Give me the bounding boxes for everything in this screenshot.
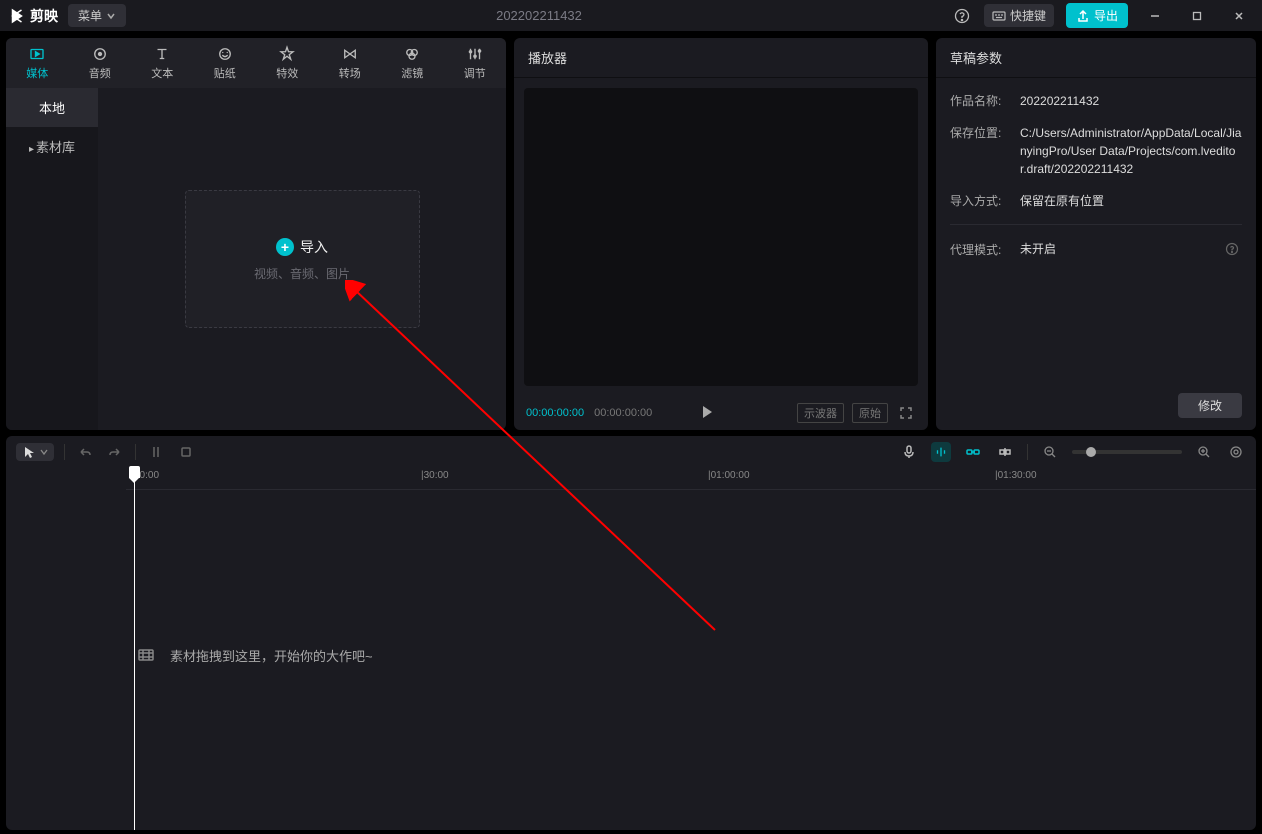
time-total: 00:00:00:00 xyxy=(594,407,652,419)
undo-icon[interactable] xyxy=(75,442,95,462)
player-header: 播放器 xyxy=(514,38,928,78)
tab-media[interactable]: 媒体 xyxy=(6,38,69,88)
import-label: 导入 xyxy=(300,237,328,257)
timeline-toolbar xyxy=(6,436,1256,468)
media-panel: 媒体 音频 文本 贴纸 特效 转场 滤镜 调节 本地 ▸素材库 + 导入 视频、… xyxy=(6,38,506,430)
timeline-hint: 素材拖拽到这里，开始你的大作吧~ xyxy=(136,645,373,665)
time-current: 00:00:00:00 xyxy=(526,407,584,419)
player-controls: 00:00:00:00 00:00:00:00 示波器 原始 xyxy=(514,396,928,430)
timeline-ruler[interactable]: 00:00 |30:00 |01:00:00 |01:30:00 xyxy=(126,468,1256,490)
params-footer: 修改 xyxy=(936,385,1256,430)
menu-button[interactable]: 菜单 xyxy=(68,4,126,27)
playhead-handle[interactable] xyxy=(129,466,140,478)
timeline-tracks[interactable]: 素材拖拽到这里，开始你的大作吧~ xyxy=(6,490,1256,820)
modify-button[interactable]: 修改 xyxy=(1178,393,1242,418)
params-header: 草稿参数 xyxy=(936,38,1256,78)
playhead[interactable] xyxy=(134,468,135,830)
toolbar-right xyxy=(899,442,1246,462)
tab-adjust[interactable]: 调节 xyxy=(444,38,507,88)
param-row-path: 保存位置: C:/Users/Administrator/AppData/Loc… xyxy=(950,124,1242,178)
scope-button[interactable]: 示波器 xyxy=(797,403,844,423)
tab-text[interactable]: 文本 xyxy=(131,38,194,88)
app-logo: 剪映 xyxy=(8,6,58,26)
params-panel: 草稿参数 作品名称: 202202211432 保存位置: C:/Users/A… xyxy=(936,38,1256,430)
help-icon[interactable] xyxy=(952,6,972,26)
category-tabs: 媒体 音频 文本 贴纸 特效 转场 滤镜 调节 xyxy=(6,38,506,88)
titlebar: 剪映 菜单 202202211432 快捷键 导出 xyxy=(0,0,1262,32)
params-body: 作品名称: 202202211432 保存位置: C:/Users/Admini… xyxy=(936,78,1256,385)
media-sidenav: 本地 ▸素材库 xyxy=(6,88,98,430)
film-icon xyxy=(136,645,156,665)
main-area: 媒体 音频 文本 贴纸 特效 转场 滤镜 调节 本地 ▸素材库 + 导入 视频、… xyxy=(0,32,1262,430)
ruler-mark: |01:30:00 xyxy=(995,470,1037,481)
magnet-icon[interactable] xyxy=(931,442,951,462)
import-button[interactable]: + 导入 视频、音频、图片 xyxy=(185,190,420,328)
selection-tool[interactable] xyxy=(16,443,54,461)
tab-audio[interactable]: 音频 xyxy=(69,38,132,88)
media-body: 本地 ▸素材库 + 导入 视频、音频、图片 xyxy=(6,88,506,430)
preview-icon[interactable] xyxy=(995,442,1015,462)
maximize-button[interactable] xyxy=(1182,6,1212,26)
plus-icon: + xyxy=(276,238,294,256)
import-subtitle: 视频、音频、图片 xyxy=(254,265,350,282)
tab-effect[interactable]: 特效 xyxy=(256,38,319,88)
help-small-icon[interactable] xyxy=(1222,239,1242,259)
split-icon[interactable] xyxy=(146,442,166,462)
fullscreen-icon[interactable] xyxy=(896,403,916,423)
param-row-proxy: 代理模式: 未开启 xyxy=(950,224,1242,259)
document-title: 202202211432 xyxy=(126,8,952,23)
redo-icon[interactable] xyxy=(105,442,125,462)
zoom-in-icon[interactable] xyxy=(1194,442,1214,462)
sidenav-library[interactable]: ▸素材库 xyxy=(6,127,98,166)
player-viewport[interactable] xyxy=(524,88,918,386)
timeline-panel: 00:00 |30:00 |01:00:00 |01:30:00 素材拖拽到这里… xyxy=(6,468,1256,830)
zoom-out-icon[interactable] xyxy=(1040,442,1060,462)
shortcuts-button[interactable]: 快捷键 xyxy=(984,4,1054,27)
link-icon[interactable] xyxy=(963,442,983,462)
ruler-mark: |01:00:00 xyxy=(708,470,750,481)
minimize-button[interactable] xyxy=(1140,6,1170,26)
tab-transition[interactable]: 转场 xyxy=(319,38,382,88)
zoom-fit-icon[interactable] xyxy=(1226,442,1246,462)
param-row-name: 作品名称: 202202211432 xyxy=(950,92,1242,110)
tab-filter[interactable]: 滤镜 xyxy=(381,38,444,88)
play-button[interactable] xyxy=(699,404,715,423)
tab-sticker[interactable]: 贴纸 xyxy=(194,38,257,88)
zoom-slider[interactable] xyxy=(1072,450,1182,454)
zoom-knob[interactable] xyxy=(1086,447,1096,457)
ratio-button[interactable]: 原始 xyxy=(852,403,888,423)
delete-icon[interactable] xyxy=(176,442,196,462)
mic-icon[interactable] xyxy=(899,442,919,462)
export-button[interactable]: 导出 xyxy=(1066,3,1128,28)
sidenav-local[interactable]: 本地 xyxy=(6,88,98,127)
param-row-import: 导入方式: 保留在原有位置 xyxy=(950,192,1242,210)
titlebar-actions: 快捷键 导出 xyxy=(952,3,1254,28)
ruler-mark: |30:00 xyxy=(421,470,449,481)
import-area: + 导入 视频、音频、图片 xyxy=(98,88,506,430)
close-button[interactable] xyxy=(1224,6,1254,26)
player-panel: 播放器 00:00:00:00 00:00:00:00 示波器 原始 xyxy=(514,38,928,430)
